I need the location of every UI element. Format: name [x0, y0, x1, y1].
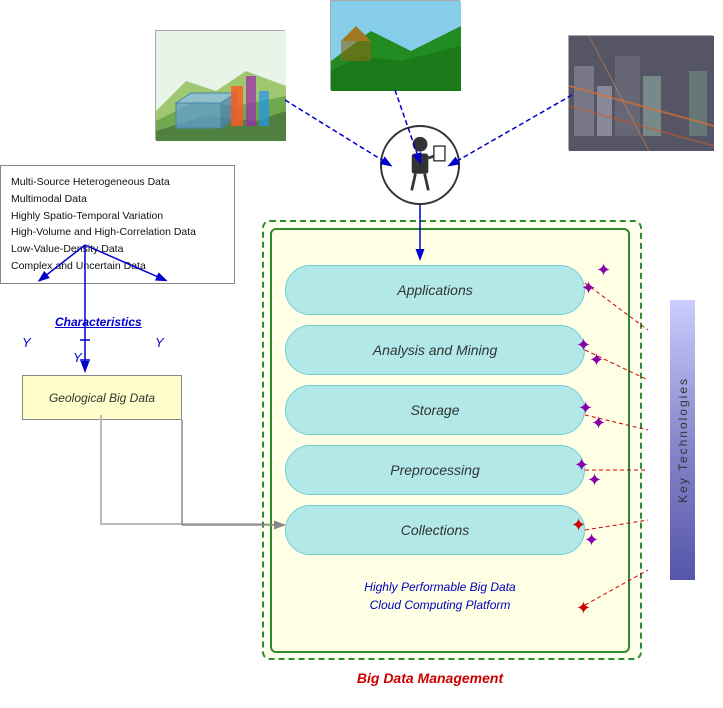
- char-line-5: Low-Value-Density Data: [11, 241, 224, 258]
- star-icon-4: ✦: [589, 350, 604, 371]
- char-line-6: Complex and Uncertain Data: [11, 258, 224, 275]
- cloud-computing-text: Cloud Computing Platform: [340, 598, 540, 612]
- analysis-label: Analysis and Mining: [373, 342, 498, 358]
- diagram-container: Multi-Source Heterogeneous Data Multimod…: [0, 0, 723, 708]
- preprocessing-label: Preprocessing: [390, 462, 480, 478]
- layer-analysis: Analysis and Mining: [285, 325, 585, 375]
- star-icon-6: ✦: [591, 413, 606, 434]
- storage-label: Storage: [410, 402, 459, 418]
- char-line-1: Multi-Source Heterogeneous Data: [11, 174, 224, 191]
- arrow-y-left: Y: [22, 335, 31, 350]
- layer-collections: Collections: [285, 505, 585, 555]
- landscape-image: [330, 0, 460, 90]
- layer-storage: Storage: [285, 385, 585, 435]
- big-data-management-label: Big Data Management: [310, 670, 550, 686]
- char-line-4: High-Volume and High-Correlation Data: [11, 224, 224, 241]
- char-line-2: Multimodal Data: [11, 191, 224, 208]
- star-icon-2: ✦: [596, 260, 611, 281]
- key-technologies-bar: Key Technologies: [670, 300, 695, 580]
- star-icon-9: ✦: [584, 530, 599, 551]
- star-icon-8: ✦: [587, 470, 602, 491]
- geo-big-data-label: Geological Big Data: [49, 391, 155, 405]
- layer-preprocessing: Preprocessing: [285, 445, 585, 495]
- city-image: [568, 35, 713, 150]
- star-red-2: ✦: [576, 598, 591, 619]
- gray-path-connector: [100, 415, 285, 525]
- star-icon-1: ✦: [581, 278, 596, 299]
- characteristics-label[interactable]: Characteristics: [55, 315, 142, 329]
- geo-big-data-box: Geological Big Data: [22, 375, 182, 420]
- arrow-y-mid: Y: [73, 350, 82, 365]
- char-line-3: Highly Spatio-Temporal Variation: [11, 208, 224, 225]
- person-icon: [380, 125, 460, 205]
- characteristics-box: Multi-Source Heterogeneous Data Multimod…: [0, 165, 235, 284]
- geo-image: [155, 30, 285, 140]
- collections-label: Collections: [401, 522, 469, 538]
- arrow-y-right: Y: [155, 335, 164, 350]
- highly-performable-text: Highly Performable Big Data: [340, 580, 540, 594]
- key-technologies-label: Key Technologies: [676, 377, 690, 503]
- applications-label: Applications: [397, 282, 473, 298]
- layer-applications: Applications: [285, 265, 585, 315]
